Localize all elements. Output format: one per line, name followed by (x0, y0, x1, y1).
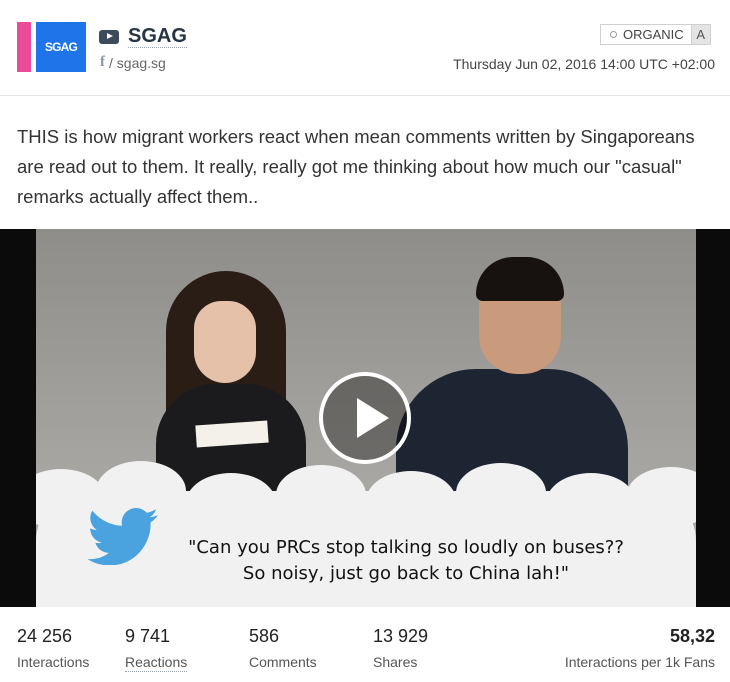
cloud-shape (276, 465, 366, 525)
page-title-row: SGAG (99, 25, 187, 48)
stat-label: Interactions per 1k Fans (564, 654, 715, 670)
stat-interactions-per-1k-fans: 58,32 Interactions per 1k Fans (565, 625, 715, 671)
post-message: THIS is how migrant workers react when m… (17, 126, 695, 207)
page-handle[interactable]: / sgag.sg (109, 55, 166, 71)
cloud-shape (366, 471, 456, 531)
stat-interactions: 24 256 Interactions (17, 625, 89, 671)
stat-label: Shares (373, 654, 418, 670)
badge-letter: A (690, 24, 711, 45)
stat-label[interactable]: Reactions (125, 653, 188, 672)
stat-label: Interactions (17, 654, 90, 670)
post-timestamp: Thursday Jun 02, 2016 14:00 UTC +02:00 (453, 56, 715, 72)
post-stats: 24 256 Interactions 9 741 Reactions 586 … (0, 607, 730, 682)
play-icon[interactable] (319, 372, 411, 464)
badge-label: ORGANIC (623, 27, 684, 42)
cloud-shape (626, 467, 696, 527)
cloud-shape (186, 473, 276, 533)
stat-shares: 13 929 Shares (373, 625, 428, 671)
video-player[interactable]: "Can you PRCs stop talking so loudly on … (0, 229, 730, 607)
stat-value: 586 (249, 626, 280, 646)
video-caption: "Can you PRCs stop talking so loudly on … (136, 535, 676, 587)
stat-value: 24 256 (17, 626, 73, 646)
video-caption-line: "Can you PRCs stop talking so loudly on … (188, 537, 624, 558)
stat-comments: 586 Comments (249, 625, 317, 671)
tag-icon (610, 31, 617, 38)
stat-value: 9 741 (125, 626, 171, 646)
badge-label-wrap: ORGANIC (600, 24, 691, 45)
youtube-icon (99, 29, 119, 44)
page-source-row: f / sgag.sg (100, 54, 166, 71)
avatar-logo-text: SGAG (44, 40, 78, 54)
thumbnail-person-right-hair (476, 257, 564, 301)
cloud-shape (546, 473, 636, 533)
page-name-link[interactable]: SGAG (128, 25, 187, 48)
thumbnail-person-left-face (194, 301, 256, 383)
page-avatar[interactable]: SGAG (36, 22, 86, 72)
post-header: SGAG SGAG f / sgag.sg ORGANIC A Thursday… (0, 0, 730, 96)
stat-label: Comments (249, 654, 317, 670)
stat-value: 58,32 (669, 626, 715, 646)
post-type-indicator (17, 22, 31, 72)
organic-badge: ORGANIC A (600, 24, 711, 45)
cloud-shape (456, 463, 546, 523)
stat-value: 13 929 (373, 626, 429, 646)
facebook-icon: f (100, 54, 105, 70)
video-caption-line: So noisy, just go back to China lah!" (242, 563, 570, 584)
stat-reactions[interactable]: 9 741 Reactions (125, 625, 188, 672)
